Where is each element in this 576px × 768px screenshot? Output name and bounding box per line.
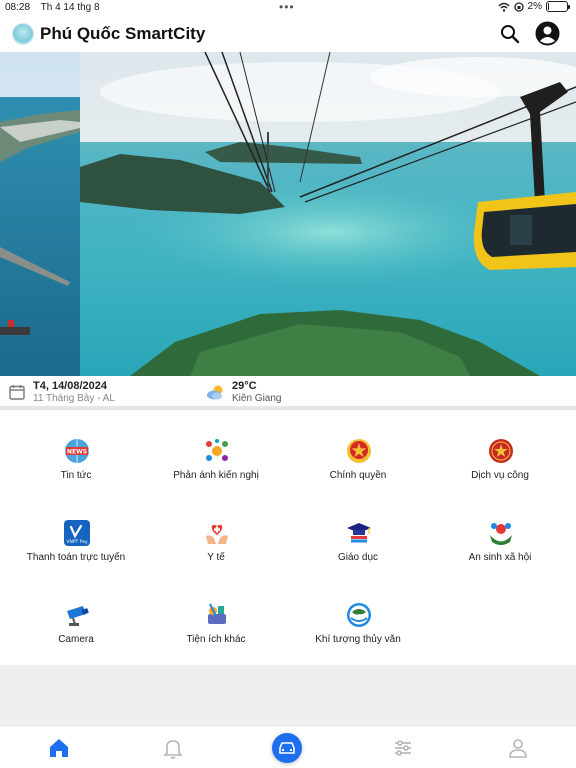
tab-vehicle[interactable] (272, 733, 302, 763)
utilities-icon (208, 603, 226, 624)
weather-location: Kiên Giang (232, 393, 282, 404)
app-screen: 08:28 Th 4 14 thg 8 ••• 2% Phú Quốc Smar… (0, 0, 576, 768)
public-service-icon (489, 439, 513, 463)
svg-text:VNPT Pay: VNPT Pay (66, 539, 88, 545)
bottom-tab-bar (0, 725, 576, 768)
app-title: Phú Quốc SmartCity (40, 24, 206, 43)
calendar-icon (9, 385, 25, 400)
service-education[interactable]: Giáo dục (286, 500, 430, 580)
service-public-service[interactable]: Dịch vụ công (428, 418, 572, 498)
svg-text:NEWS: NEWS (67, 449, 87, 456)
service-health[interactable]: Y tế (144, 500, 288, 580)
multitasking-dots[interactable]: ••• (279, 0, 295, 14)
service-news[interactable]: NEWS Tin tức (4, 418, 148, 498)
status-bar: 08:28 Th 4 14 thg 8 ••• 2% (0, 0, 576, 16)
bell-icon (163, 740, 183, 759)
service-label: Chính quyền (329, 470, 387, 481)
current-date: T4, 14/08/2024 (33, 380, 108, 392)
account-circle-icon (535, 21, 560, 46)
lunar-date: 11 Tháng Bảy - AL (33, 393, 115, 404)
battery-percent: 2% (527, 1, 542, 12)
status-date: Th 4 14 thg 8 (40, 2, 100, 13)
service-hydrometeorology[interactable]: Khí tượng thủy văn (286, 582, 430, 662)
banner-carousel[interactable] (0, 52, 576, 376)
car-icon (279, 742, 295, 754)
social-welfare-icon (490, 523, 512, 545)
service-online-payment[interactable]: VNPT Pay Thanh toán trực tuyến (4, 500, 148, 580)
service-label: Thanh toán trực tuyến (26, 552, 126, 563)
health-icon (206, 524, 228, 544)
government-emblem-icon (347, 439, 371, 463)
service-label: Y tế (207, 552, 225, 563)
service-label: Tin tức (60, 470, 92, 481)
account-button[interactable] (535, 21, 560, 46)
wifi-icon (498, 2, 510, 12)
tab-notifications[interactable] (161, 736, 185, 760)
service-label: Dịch vụ công (471, 470, 529, 481)
service-feedback[interactable]: Phản ánh kiến nghị (144, 418, 288, 498)
home-icon (50, 739, 68, 757)
service-label: Giáo dục (337, 552, 379, 563)
person-icon (509, 739, 527, 758)
news-icon: NEWS (65, 439, 89, 463)
banner-image (0, 52, 576, 376)
tab-profile[interactable] (506, 736, 530, 760)
search-icon (501, 25, 520, 44)
weather-station-icon (347, 603, 371, 627)
service-social-welfare[interactable]: An sinh xã hội (428, 500, 572, 580)
feedback-icon (206, 439, 228, 461)
date-weather-bar: T4, 14/08/2024 11 Tháng Bảy - AL 29°C Ki… (0, 376, 576, 408)
app-logo (12, 23, 34, 45)
services-grid: NEWS Tin tức Phản ánh kiến nghị Chính qu… (0, 410, 576, 665)
search-button[interactable] (500, 24, 520, 44)
education-icon (347, 523, 371, 543)
battery-icon (546, 1, 570, 12)
partly-cloudy-icon (207, 385, 223, 400)
app-header: Phú Quốc SmartCity (0, 16, 576, 52)
service-label: Tiện ích khác (186, 634, 246, 645)
content-background (0, 665, 576, 725)
service-label: Khí tượng thủy văn (315, 634, 401, 645)
service-government[interactable]: Chính quyền (286, 418, 430, 498)
service-camera[interactable]: Camera (4, 582, 148, 662)
tab-settings[interactable] (391, 736, 415, 760)
sliders-icon (395, 740, 411, 756)
status-time: 08:28 (5, 2, 31, 13)
service-utilities[interactable]: Tiện ích khác (144, 582, 288, 662)
service-label: An sinh xã hội (468, 552, 532, 563)
tab-home[interactable] (47, 736, 71, 760)
vnpt-pay-icon: VNPT Pay (64, 520, 90, 546)
battery-fill (548, 3, 549, 10)
camera-icon (67, 606, 89, 626)
service-label: Phản ánh kiến nghị (173, 470, 259, 481)
orientation-lock-icon (513, 1, 524, 12)
temperature: 29°C (232, 380, 257, 392)
service-label: Camera (58, 634, 94, 645)
